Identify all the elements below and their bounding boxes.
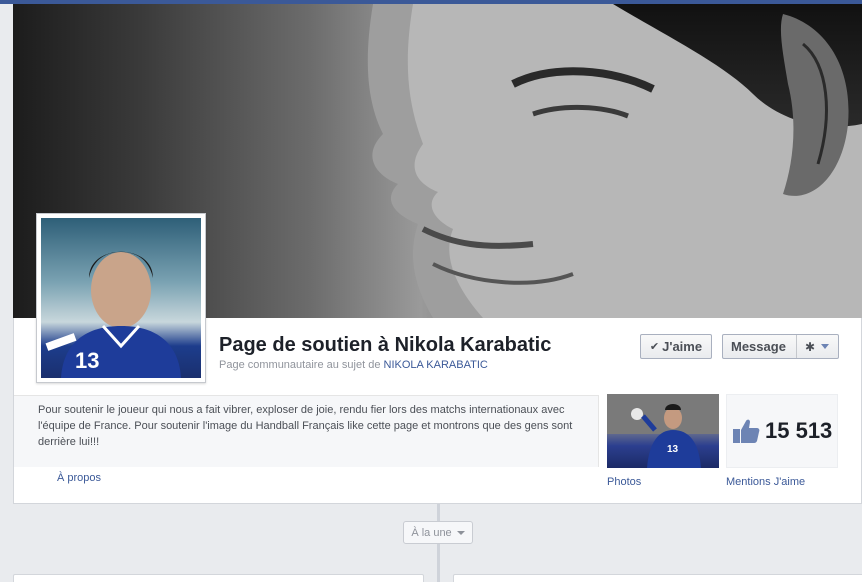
- message-button[interactable]: Message ✱: [722, 334, 839, 359]
- likes-count: 15 513: [765, 418, 833, 443]
- button-divider: [796, 335, 797, 358]
- chevron-down-icon: [456, 530, 465, 535]
- like-button-label: J'aime: [662, 339, 703, 354]
- likes-link[interactable]: Mentions J'aime: [726, 476, 805, 488]
- message-button-label: Message: [731, 339, 786, 354]
- svg-text:13: 13: [75, 348, 99, 373]
- likes-tile[interactable]: 15 513: [726, 394, 838, 468]
- about-description: Pour soutenir le joueur qui nous a fait …: [14, 395, 599, 467]
- svg-text:13: 13: [667, 444, 679, 455]
- timeline-post-left: [13, 574, 424, 582]
- timeline-post-right: [453, 574, 862, 582]
- gear-icon[interactable]: ✱: [805, 340, 815, 354]
- like-button[interactable]: ✔ J'aime: [640, 334, 712, 359]
- page-title: Page de soutien à Nikola Karabatic: [219, 334, 552, 356]
- profile-picture[interactable]: 13: [36, 213, 206, 383]
- thumbs-up-icon: [733, 419, 760, 443]
- profile-portrait: 13: [45, 251, 181, 378]
- timeline-filter-label: À la une: [411, 526, 452, 539]
- photos-thumbnail[interactable]: 13: [607, 394, 719, 468]
- photos-link[interactable]: Photos: [607, 476, 641, 488]
- about-text: Pour soutenir le joueur qui nous a fait …: [38, 404, 573, 448]
- topic-link[interactable]: NIKOLA KARABATIC: [384, 359, 488, 371]
- page-subtitle: Page communautaire au sujet de NIKOLA KA…: [219, 359, 488, 371]
- photos-thumbnail-image: 13: [607, 394, 719, 468]
- timeline-filter-dropdown[interactable]: À la une: [403, 521, 473, 544]
- page-category: Page communautaire au sujet de: [219, 359, 384, 371]
- caret-down-icon[interactable]: [821, 344, 830, 349]
- check-icon: ✔: [649, 341, 660, 353]
- about-link[interactable]: À propos: [57, 472, 101, 484]
